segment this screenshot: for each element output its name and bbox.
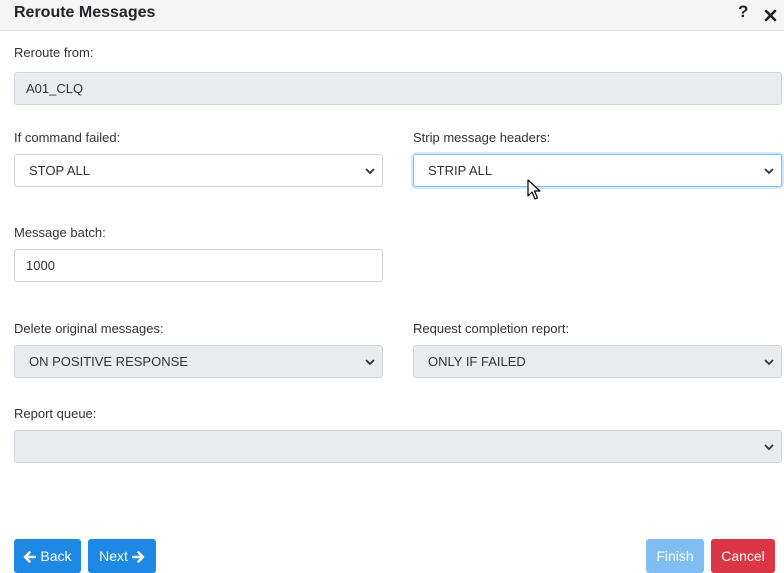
next-button[interactable]: Next (88, 539, 156, 573)
strip-message-headers-label: Strip message headers: (413, 130, 551, 145)
strip-message-headers-value: STRIP ALL (428, 163, 493, 178)
chevron-down-icon (764, 168, 774, 175)
request-completion-report-label: Request completion report: (413, 321, 570, 336)
report-queue-label: Report queue: (14, 406, 97, 421)
request-completion-report-select[interactable]: ONLY IF FAILED (413, 345, 782, 378)
chevron-down-icon (365, 359, 375, 366)
close-icon[interactable] (764, 1, 777, 27)
help-icon[interactable]: ? (738, 2, 748, 22)
reroute-from-label: Reroute from: (14, 45, 94, 60)
next-button-label: Next (99, 548, 128, 564)
dialog-titlebar: Reroute Messages ? (0, 0, 784, 31)
message-batch-input[interactable]: 1000 (14, 249, 383, 282)
if-command-failed-select[interactable]: STOP ALL (14, 154, 383, 187)
cancel-button[interactable]: Cancel (711, 539, 775, 573)
strip-message-headers-select[interactable]: STRIP ALL (413, 154, 782, 187)
dialog-title: Reroute Messages (14, 4, 156, 21)
reroute-from-field: A01_CLQ (14, 72, 782, 105)
mouse-cursor-icon (527, 179, 541, 200)
delete-original-messages-label: Delete original messages: (14, 321, 164, 336)
delete-original-messages-select[interactable]: ON POSITIVE RESPONSE (14, 345, 383, 378)
arrow-right-icon (131, 551, 145, 563)
arrow-left-icon (24, 551, 37, 563)
back-button[interactable]: Back (14, 539, 81, 573)
chevron-down-icon (764, 444, 774, 451)
request-completion-report-value: ONLY IF FAILED (428, 354, 526, 369)
finish-button[interactable]: Finish (646, 539, 704, 573)
message-batch-label: Message batch: (14, 225, 106, 240)
if-command-failed-value: STOP ALL (29, 163, 90, 178)
report-queue-select[interactable] (14, 430, 782, 463)
chevron-down-icon (764, 359, 774, 366)
delete-original-messages-value: ON POSITIVE RESPONSE (29, 354, 188, 369)
if-command-failed-label: If command failed: (14, 130, 121, 145)
chevron-down-icon (365, 168, 375, 175)
back-button-label: Back (40, 548, 72, 564)
